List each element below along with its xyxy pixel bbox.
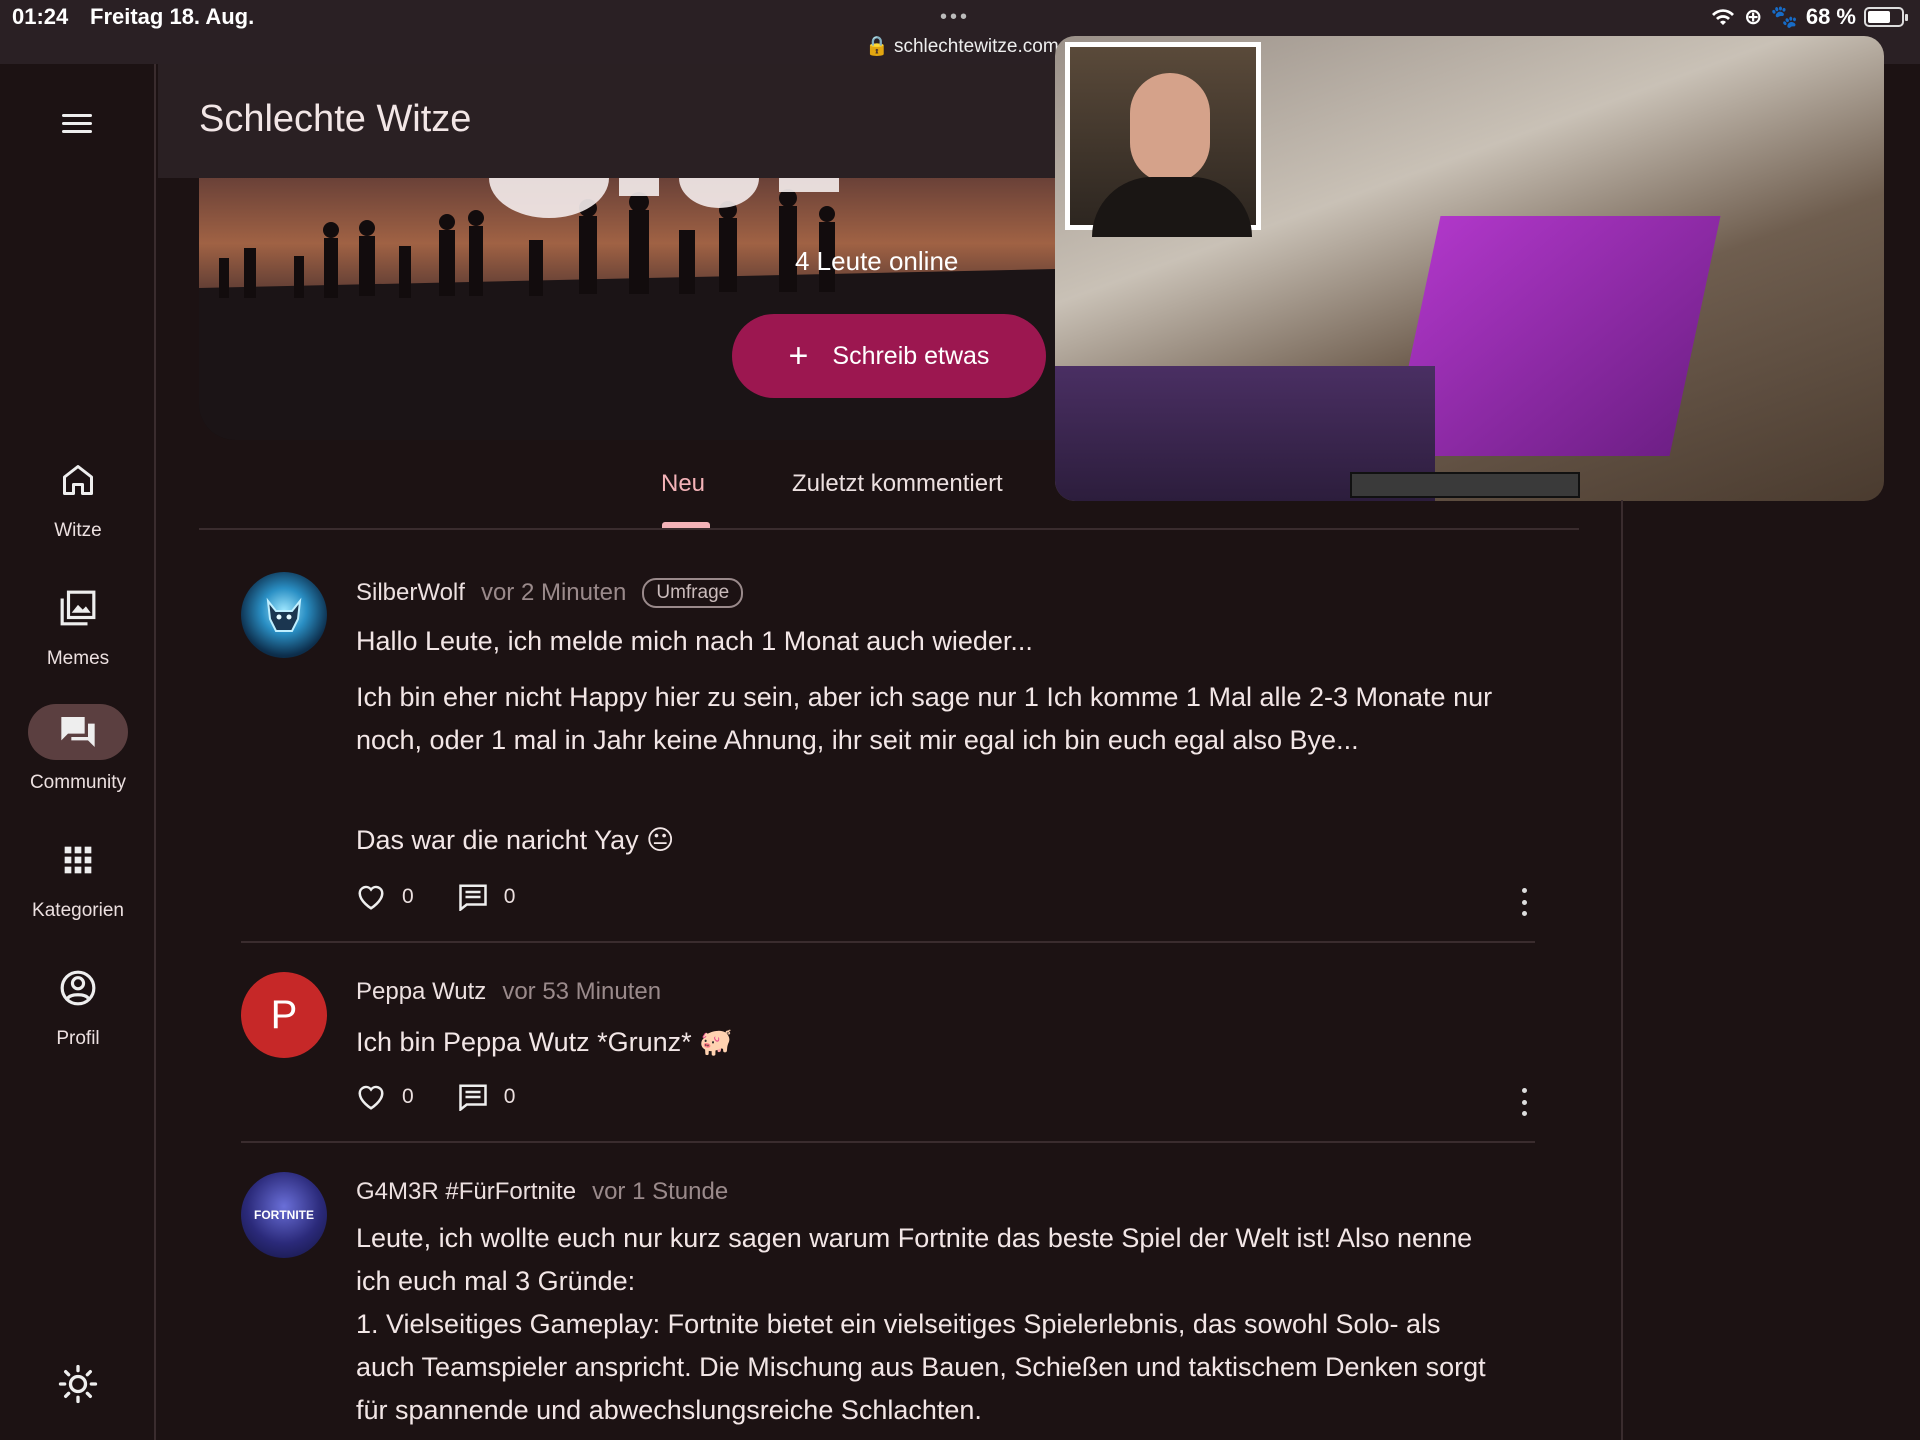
poll-badge: Umfrage [642,578,744,608]
webcam-frame [1065,42,1261,237]
post-author[interactable]: G4M3R #FürFortnite [356,1178,576,1206]
apps-grid-icon [28,832,128,888]
url-text: schlechtewitze.com [893,36,1059,57]
webcam-face [1130,73,1210,183]
feed-tabs: Neu Zuletzt kommentiert [199,460,1579,530]
comment-button[interactable]: 0 [458,1083,516,1111]
nav-label: Community [29,772,127,793]
comment-icon [458,884,487,911]
video-scene [1389,216,1721,456]
crowd-silhouette-image [199,178,1099,440]
navigation-rail: Witze Memes Community Kategorien Profil [0,64,156,1440]
webcam-shoulders [1092,177,1252,237]
more-options-button[interactable] [1519,888,1529,916]
home-icon [28,452,128,508]
fortnite-logo-avatar: FORTNITE [254,1208,314,1222]
forum-icon [28,704,128,760]
more-options-button[interactable] [1519,1088,1529,1116]
comment-count: 0 [503,1085,516,1108]
paw-icon: 🐾 [1770,4,1798,29]
post-title: Ich bin Peppa Wutz *Grunz* 🐖 [356,1027,733,1057]
account-circle-icon [28,960,128,1016]
avatar[interactable]: P [241,972,327,1058]
post-divider [241,941,1535,943]
tab-indicator [662,522,710,528]
post-actions: 0 0 [356,1083,559,1111]
like-button[interactable]: 0 [356,883,414,911]
tab-neu[interactable]: Neu [661,470,705,498]
post-meta: SilberWolf vor 2 Minuten Umfrage [356,578,744,608]
nav-label: Memes [46,648,110,669]
multitasking-dots[interactable]: ••• [940,6,970,29]
app-title: Schlechte Witze [199,98,472,140]
post-actions: 0 0 [356,883,559,911]
like-count: 0 [402,885,414,908]
url-label[interactable]: 🔒 schlechtewitze.com [865,34,1059,58]
like-count: 0 [402,1085,414,1108]
battery-icon [1864,7,1908,27]
status-icons: ⊕ 🐾 68 % [1710,4,1908,30]
avatar-letter: P [270,992,298,1037]
picture-in-picture-video[interactable] [1055,36,1884,501]
menu-button[interactable] [58,108,98,140]
post-body: 1. Vielseitiges Gameplay: Fortnite biete… [356,1309,1486,1425]
avatar[interactable]: FORTNITE [241,1172,327,1258]
post-body: Ich bin eher nicht Happy hier zu sein, a… [356,682,1493,755]
online-count: 4 Leute online [795,246,959,276]
community-banner [199,178,1099,440]
post-time: vor 53 Minuten [502,978,662,1005]
post-author[interactable]: SilberWolf [356,579,465,607]
nav-item-memes[interactable]: Memes [0,580,156,690]
comment-count: 0 [503,885,516,908]
clock: 01:24 [12,4,69,29]
wifi-icon [1712,9,1734,25]
nav-label: Kategorien [32,900,124,921]
post-time: vor 1 Stunde [592,1178,729,1205]
post-meta: Peppa Wutz vor 53 Minuten [356,978,661,1006]
hamburger-icon [62,114,92,117]
heart-icon [358,1085,384,1110]
like-button[interactable]: 0 [356,1083,414,1111]
post-divider [241,1141,1535,1143]
nav-item-witze[interactable]: Witze [0,452,156,562]
orientation-lock-icon: ⊕ [1744,4,1763,29]
write-post-button[interactable]: + Schreib etwas [732,314,1046,398]
heart-icon [358,885,384,910]
gallery-icon [28,580,128,636]
battery-percent: 68 % [1805,4,1856,29]
post-meta: G4M3R #FürFortnite vor 1 Stunde [356,1178,728,1206]
post-time: vor 2 Minuten [480,579,627,606]
plus-icon: + [788,336,809,375]
nav-label: Witze [54,520,102,541]
theme-toggle-button[interactable] [58,1364,98,1404]
nav-item-profil[interactable]: Profil [0,960,156,1070]
write-post-label: Schreib etwas [832,341,990,370]
wolf-avatar-icon [266,597,302,632]
post-extra-text: Das war die naricht Yay 😐 [356,825,675,855]
comment-icon [458,1084,487,1111]
tab-zuletzt-kommentiert[interactable]: Zuletzt kommentiert [792,470,1003,498]
column-divider [1621,500,1623,1440]
post-title: Hallo Leute, ich melde mich nach 1 Monat… [356,626,1033,656]
post-author[interactable]: Peppa Wutz [356,978,486,1006]
date: Freitag 18. Aug. [90,4,255,29]
sun-icon [58,1364,98,1404]
nav-label: Profil [56,1028,100,1049]
nav-item-kategorien[interactable]: Kategorien [0,832,156,942]
nav-item-community[interactable]: Community [0,704,156,814]
comment-button[interactable]: 0 [458,883,516,911]
avatar[interactable] [241,572,327,658]
post-title: Leute, ich wollte euch nur kurz sagen wa… [356,1223,1473,1296]
